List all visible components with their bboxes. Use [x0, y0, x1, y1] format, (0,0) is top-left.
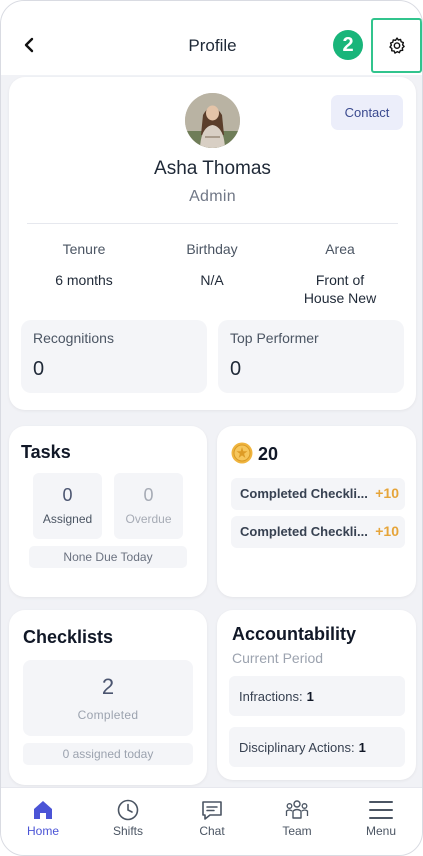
assigned-label: Assigned: [42, 512, 93, 526]
overdue-count: 0: [143, 485, 154, 505]
menu-icon: [369, 801, 393, 819]
checklists-card[interactable]: Checklists 2 Completed 0 assigned today: [9, 610, 207, 785]
info-area: Area Front of House New: [275, 241, 405, 307]
points-row-label: Completed Checkli...: [240, 524, 368, 539]
stat-label: Recognitions: [33, 330, 114, 346]
completed-label: Completed: [77, 708, 139, 722]
avatar[interactable]: [185, 93, 240, 148]
points-row-value: +10: [375, 485, 399, 501]
completed-count: 2: [101, 674, 115, 699]
top-bar: Profile 2: [1, 1, 422, 75]
nav-shifts[interactable]: Shifts: [98, 798, 158, 838]
step-badge: 2: [333, 30, 363, 60]
nav-home[interactable]: Home: [13, 798, 73, 838]
top-performer-stat[interactable]: Top Performer 0: [218, 320, 404, 393]
stat-value: 0: [33, 358, 45, 380]
info-tenure: Tenure 6 months: [19, 241, 149, 289]
profile-name: Asha Thomas: [154, 158, 271, 179]
completed-checklists[interactable]: 2 Completed: [23, 660, 193, 736]
points-total: 20: [258, 444, 279, 464]
team-icon: [285, 800, 309, 819]
bottom-nav: Home Shifts Chat Team Menu: [1, 787, 422, 855]
tasks-card[interactable]: Tasks 0 Assigned 0 Overdue None Due Toda…: [9, 426, 207, 597]
overdue-label: Overdue: [125, 512, 172, 526]
checklists-title: Checklists: [23, 627, 114, 647]
points-row[interactable]: Completed Checkli... +10: [231, 516, 405, 548]
stat-label: Top Performer: [230, 330, 319, 346]
acc-row-label: Infractions:: [239, 688, 303, 704]
tasks-title: Tasks: [21, 442, 71, 462]
recognitions-stat[interactable]: Recognitions 0: [21, 320, 207, 393]
profile-role: Admin: [189, 188, 236, 205]
nav-label: Team: [282, 824, 312, 838]
assigned-today-label: 0 assigned today: [23, 743, 193, 765]
info-label: Tenure: [62, 241, 106, 257]
assigned-tasks[interactable]: 0 Assigned: [33, 473, 102, 539]
avatar-photo: [185, 93, 240, 148]
acc-row-label: Disciplinary Actions:: [239, 739, 355, 755]
app-screen: Profile 2 Contact Asha Thomas Admin Tenu…: [0, 0, 423, 856]
coin-icon: [231, 442, 253, 464]
nav-menu[interactable]: Menu: [351, 798, 411, 838]
points-row-value: +10: [375, 523, 399, 539]
info-value: N/A: [200, 272, 224, 288]
none-due-label: None Due Today: [29, 546, 187, 568]
overdue-tasks[interactable]: 0 Overdue: [114, 473, 183, 539]
info-value: Front of House New: [303, 272, 377, 306]
nav-chat[interactable]: Chat: [182, 798, 242, 838]
acc-row-value: 1: [358, 739, 366, 755]
points-row[interactable]: Completed Checkli... +10: [231, 478, 405, 510]
nav-team[interactable]: Team: [267, 798, 327, 838]
accountability-card[interactable]: Accountability Current Period Infraction…: [217, 610, 416, 780]
assigned-count: 0: [62, 485, 73, 505]
info-label: Birthday: [186, 241, 238, 257]
stat-value: 0: [230, 358, 242, 380]
home-icon: [34, 801, 52, 819]
info-birthday: Birthday N/A: [147, 241, 277, 289]
clock-icon: [117, 799, 139, 821]
contact-button[interactable]: Contact: [331, 95, 403, 130]
divider: [27, 223, 398, 224]
infractions-row[interactable]: Infractions: 1: [229, 676, 405, 716]
points-card[interactable]: 20 Completed Checkli... +10 Completed Ch…: [217, 426, 416, 597]
profile-card: Contact Asha Thomas Admin Tenure 6 month…: [9, 77, 416, 410]
accountability-title: Accountability: [232, 624, 357, 644]
accountability-subtitle: Current Period: [232, 650, 324, 666]
chat-icon: [202, 801, 222, 820]
nav-label: Home: [26, 824, 59, 838]
settings-button[interactable]: [371, 18, 422, 73]
points-row-label: Completed Checkli...: [240, 486, 368, 501]
nav-label: Menu: [365, 824, 397, 838]
info-label: Area: [325, 241, 355, 257]
nav-label: Chat: [199, 824, 225, 838]
nav-label: Shifts: [112, 824, 143, 838]
disciplinary-row[interactable]: Disciplinary Actions: 1: [229, 727, 405, 767]
gear-icon: [388, 36, 405, 54]
info-value: 6 months: [55, 272, 113, 288]
acc-row-value: 1: [306, 688, 314, 704]
